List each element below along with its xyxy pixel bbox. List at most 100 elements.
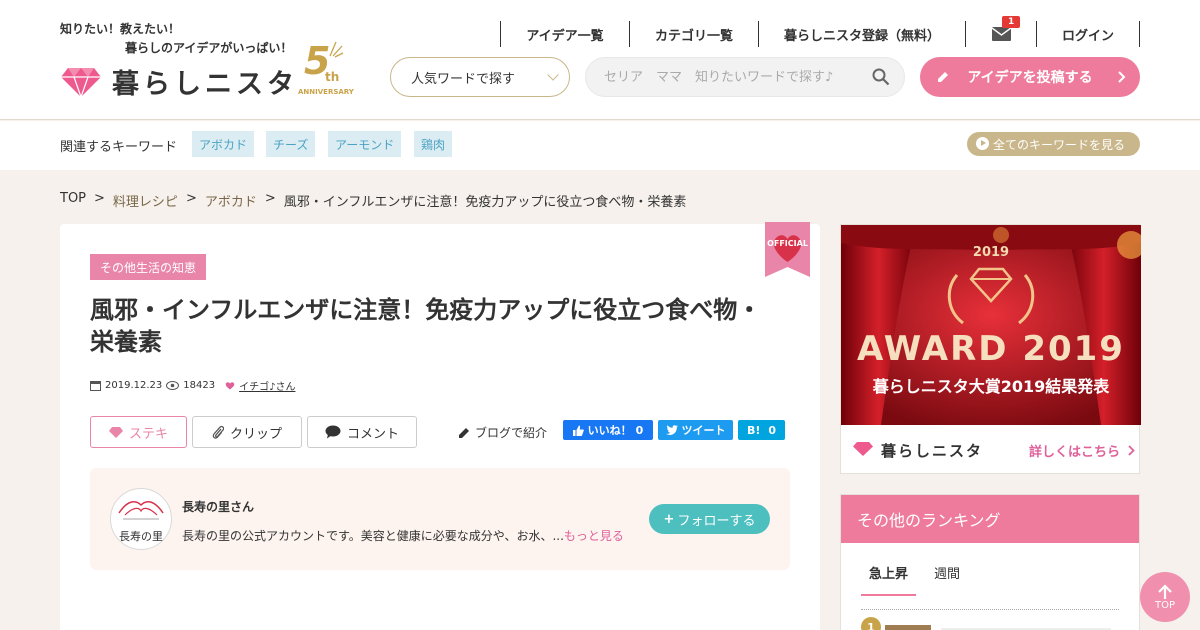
diamond-logo-icon <box>853 442 873 456</box>
keyword-tag[interactable]: アボカド <box>192 131 255 157</box>
facebook-like-button[interactable]: いいね！ 0 <box>563 420 653 440</box>
profile-name[interactable]: 長寿の里さん <box>182 498 254 515</box>
divider <box>861 609 1119 610</box>
article-title: 風邪・インフルエンザに注意！免疫力アップに役立つ食べ物・栄養素 <box>90 296 762 356</box>
speech-bubble-icon <box>325 425 341 439</box>
popular-word-select[interactable]: 人気ワードで探す <box>390 57 570 97</box>
blog-share-label: ブログで紹介 <box>475 426 548 440</box>
award-title: AWARD 2019 <box>857 329 1125 369</box>
steki-label: ステキ <box>128 426 168 442</box>
bird-icon <box>665 425 678 435</box>
search-input[interactable] <box>604 58 864 96</box>
pencil-icon <box>459 428 469 438</box>
logo-tagline-1: 知りたい！教えたい！ <box>60 22 181 36</box>
read-more-link[interactable]: もっと見る <box>564 529 624 543</box>
breadcrumb: TOP > 料理レシピ > アボカド > 風邪・インフルエンザに注意！免疫力アッ… <box>60 191 686 210</box>
tweet-button[interactable]: ツイート <box>658 420 733 440</box>
award-image: 2019 AWARD 2019 暮らしニスタ大賞2019結果発表 <box>841 225 1141 425</box>
tweet-label: ツイート <box>681 424 726 437</box>
logo-tagline-2: 暮らしのアイデアがいっぱい！ <box>125 41 293 55</box>
diamond-logo-icon[interactable] <box>60 66 102 98</box>
header-nav: アイデア一覧 カテゴリ一覧 暮らしニスタ登録（無料） 1 ログイン <box>500 16 1140 47</box>
site-logo-text[interactable]: 暮らしニスタ <box>112 62 298 101</box>
tab-weekly[interactable]: 週間 <box>934 563 960 582</box>
nav-login[interactable]: ログイン <box>1037 21 1140 47</box>
anniversary-mark: 5 th ANNIVERSARY <box>296 40 354 98</box>
mail-icon <box>991 27 1011 41</box>
clip-button[interactable]: クリップ <box>192 416 302 448</box>
paperclip-icon <box>212 425 224 439</box>
search-box <box>585 57 905 97</box>
breadcrumb-separator: > <box>94 191 105 206</box>
breadcrumb-recipe[interactable]: 料理レシピ <box>113 191 178 210</box>
arrow-up-icon <box>1158 583 1172 599</box>
breadcrumb-top[interactable]: TOP <box>60 191 86 210</box>
chevron-right-icon <box>1118 71 1126 83</box>
post-date: 2019.12.23 <box>105 380 163 391</box>
view-count: 18423 <box>183 380 216 391</box>
follow-button[interactable]: + フォローする <box>649 504 770 534</box>
keyword-tag[interactable]: チーズ <box>266 131 316 157</box>
award-details-label: 詳しくはこちら <box>1029 445 1121 460</box>
plus-icon: + <box>663 511 675 527</box>
site-header: 知りたい！教えたい！ 暮らしのアイデアがいっぱい！ 暮らしニスタ 5 th AN… <box>0 0 1200 120</box>
chevron-right-icon <box>1127 445 1135 456</box>
back-to-top-button[interactable]: TOP <box>1140 572 1190 622</box>
mountain-logo-icon <box>118 500 164 520</box>
breadcrumb-current: 風邪・インフルエンザに注意！免疫力アップに役立つ食べ物・栄養素 <box>283 195 687 210</box>
award-details-link[interactable]: 詳しくはこちら <box>1029 441 1135 460</box>
hatena-bookmark-button[interactable]: B! 0 <box>738 420 785 440</box>
comment-button[interactable]: コメント <box>307 416 417 448</box>
post-idea-label: アイデアを投稿する <box>967 70 1093 86</box>
heart-icon <box>225 382 235 390</box>
breadcrumb-separator: > <box>264 191 276 206</box>
award-banner[interactable]: 2019 AWARD 2019 暮らしニスタ大賞2019結果発表 暮らしニスタ … <box>840 224 1141 474</box>
avatar[interactable]: 長寿の里 <box>110 488 172 550</box>
anniversary-word: ANNIVERSARY <box>298 88 354 96</box>
steki-button[interactable]: ステキ <box>90 416 187 448</box>
rank-thumbnail[interactable] <box>885 625 931 630</box>
diamond-icon <box>108 426 123 438</box>
rank-number-badge: 1 <box>861 617 881 630</box>
ranking-panel: その他のランキング 急上昇 週間 1 <box>840 494 1140 630</box>
blog-share-button[interactable]: ブログで紹介 <box>458 424 547 441</box>
tab-rising[interactable]: 急上昇 <box>861 563 917 596</box>
category-badge[interactable]: その他生活の知恵 <box>90 254 207 280</box>
keyword-tag[interactable]: 鶏肉 <box>414 131 453 157</box>
article-meta: 2019.12.23 18423 イチゴ♪さん <box>90 378 295 393</box>
award-year: 2019 <box>972 245 1010 260</box>
play-icon <box>976 137 989 150</box>
all-keywords-label: 全てのキーワードを見る <box>993 137 1126 152</box>
keyword-tag[interactable]: アーモンド <box>328 131 402 157</box>
keyword-bar: 関連するキーワード アボカド チーズ アーモンド 鶏肉 全てのキーワードを見る <box>0 121 1200 170</box>
ranking-heading: その他のランキング <box>841 495 1139 543</box>
official-ribbon <box>765 222 810 277</box>
popular-word-select-label: 人気ワードで探す <box>411 71 516 87</box>
keyword-bar-label: 関連するキーワード <box>60 140 178 155</box>
avatar-text: 長寿の里 <box>119 530 163 543</box>
mail-count-badge: 1 <box>1002 16 1021 28</box>
breadcrumb-separator: > <box>185 191 197 206</box>
nav-category-list[interactable]: カテゴリ一覧 <box>630 21 759 47</box>
search-icon[interactable] <box>872 68 890 86</box>
mail-button[interactable]: 1 <box>966 16 1037 47</box>
nav-register[interactable]: 暮らしニスタ登録（無料） <box>759 21 966 47</box>
anniversary-suffix: th <box>325 70 340 84</box>
nav-idea-list[interactable]: アイデア一覧 <box>501 21 630 47</box>
award-brand: 暮らしニスタ <box>881 442 984 460</box>
calendar-icon <box>90 381 101 391</box>
like-count: 0 <box>635 423 644 437</box>
author-link[interactable]: イチゴ♪さん <box>239 378 295 393</box>
breadcrumb-avocado[interactable]: アボカド <box>205 191 257 210</box>
all-keywords-button[interactable]: 全てのキーワードを見る <box>967 132 1140 156</box>
profile-description: 長寿の里の公式アカウントです。美容と健康に必要な成分や、お水、...もっと見る <box>182 527 624 544</box>
back-to-top-label: TOP <box>1154 599 1175 611</box>
hatena-label: B! <box>746 423 761 437</box>
hatena-count: 0 <box>768 423 777 437</box>
like-label: いいね！ <box>587 424 632 437</box>
award-subtitle: 暮らしニスタ大賞2019結果発表 <box>872 377 1110 396</box>
thumbs-up-icon <box>572 425 584 436</box>
post-idea-button[interactable]: アイデアを投稿する <box>920 57 1140 97</box>
comment-label: コメント <box>346 426 399 442</box>
author-profile: 長寿の里 長寿の里さん 長寿の里の公式アカウントです。美容と健康に必要な成分や、… <box>90 468 790 570</box>
